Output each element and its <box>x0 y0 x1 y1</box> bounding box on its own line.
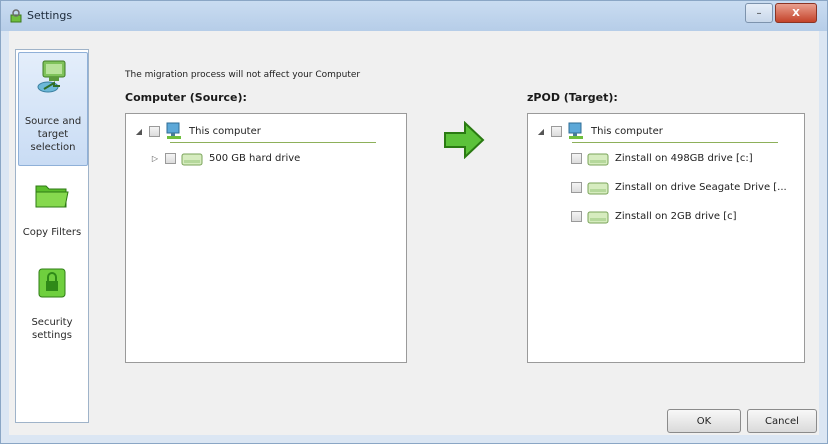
tree-label: Zinstall on 2GB drive [c] <box>615 210 737 222</box>
hard-drive-icon <box>587 211 609 224</box>
settings-sidebar: Source and target selection Copy Filters… <box>15 49 89 423</box>
cancel-button[interactable]: Cancel <box>747 409 817 433</box>
arrow-right-icon <box>444 121 485 159</box>
tree-root-source[interactable]: ◢ This computer <box>134 122 261 140</box>
sidebar-item-label: Copy Filters <box>22 227 82 238</box>
tree-root-target[interactable]: ◢ This computer <box>536 122 663 140</box>
tree-item[interactable]: Zinstall on 2GB drive [c] <box>566 207 737 225</box>
window-title: Settings <box>27 9 73 22</box>
lock-icon <box>38 268 66 298</box>
collapse-icon[interactable]: ◢ <box>134 127 144 136</box>
target-tree[interactable]: ◢ This computer Zinstall on 498GB drive … <box>527 113 805 363</box>
checkbox[interactable] <box>551 125 562 137</box>
tree-label: This computer <box>189 125 261 137</box>
source-label: Computer (Source): <box>125 91 247 104</box>
tree-label: Zinstall on drive Seagate Drive [... <box>615 181 787 193</box>
minimize-icon: – <box>756 7 762 19</box>
info-text: The migration process will not affect yo… <box>125 70 361 80</box>
checkbox[interactable] <box>571 152 582 164</box>
close-button[interactable]: X <box>775 3 817 23</box>
tree-item[interactable]: ▷ 500 GB hard drive <box>150 149 300 167</box>
sidebar-item-copy-filters[interactable]: Copy Filters <box>18 180 86 248</box>
tree-label: 500 GB hard drive <box>209 152 301 164</box>
checkbox[interactable] <box>149 125 160 137</box>
checkbox[interactable] <box>571 210 582 222</box>
dialog-body: Source and target selection Copy Filters… <box>9 31 819 435</box>
sidebar-item-label: Security settings <box>31 317 73 341</box>
source-tree[interactable]: ◢ This computer ▷ 500 GB hard drive <box>125 113 407 363</box>
minimize-button[interactable]: – <box>745 3 773 23</box>
settings-window: Settings – X Source and target selection <box>0 0 828 444</box>
expand-icon[interactable]: ▷ <box>150 154 160 163</box>
sidebar-item-source-target[interactable]: Source and target selection <box>18 52 88 166</box>
hard-drive-icon <box>587 153 609 166</box>
tree-label: Zinstall on 498GB drive [c:] <box>615 152 753 164</box>
hard-drive-icon <box>181 153 203 166</box>
checkbox[interactable] <box>571 181 582 193</box>
sidebar-item-label: Source and target selection <box>24 116 82 153</box>
checkbox[interactable] <box>165 152 176 164</box>
tree-item[interactable]: Zinstall on drive Seagate Drive [... <box>566 178 787 196</box>
computer-transfer-icon <box>37 60 66 93</box>
computer-icon <box>568 122 583 139</box>
close-icon: X <box>792 7 800 19</box>
tree-label: This computer <box>591 125 663 137</box>
app-icon <box>10 9 22 23</box>
hard-drive-icon <box>587 182 609 195</box>
tree-item[interactable]: Zinstall on 498GB drive [c:] <box>566 149 753 167</box>
divider <box>572 142 778 143</box>
collapse-icon[interactable]: ◢ <box>536 127 546 136</box>
target-label: zPOD (Target): <box>527 91 618 104</box>
folder-icon <box>35 185 69 208</box>
ok-button[interactable]: OK <box>667 409 741 433</box>
divider <box>170 142 376 143</box>
sidebar-item-security[interactable]: Security settings <box>18 268 86 348</box>
computer-icon <box>166 122 181 139</box>
title-bar[interactable]: Settings – X <box>1 1 827 31</box>
